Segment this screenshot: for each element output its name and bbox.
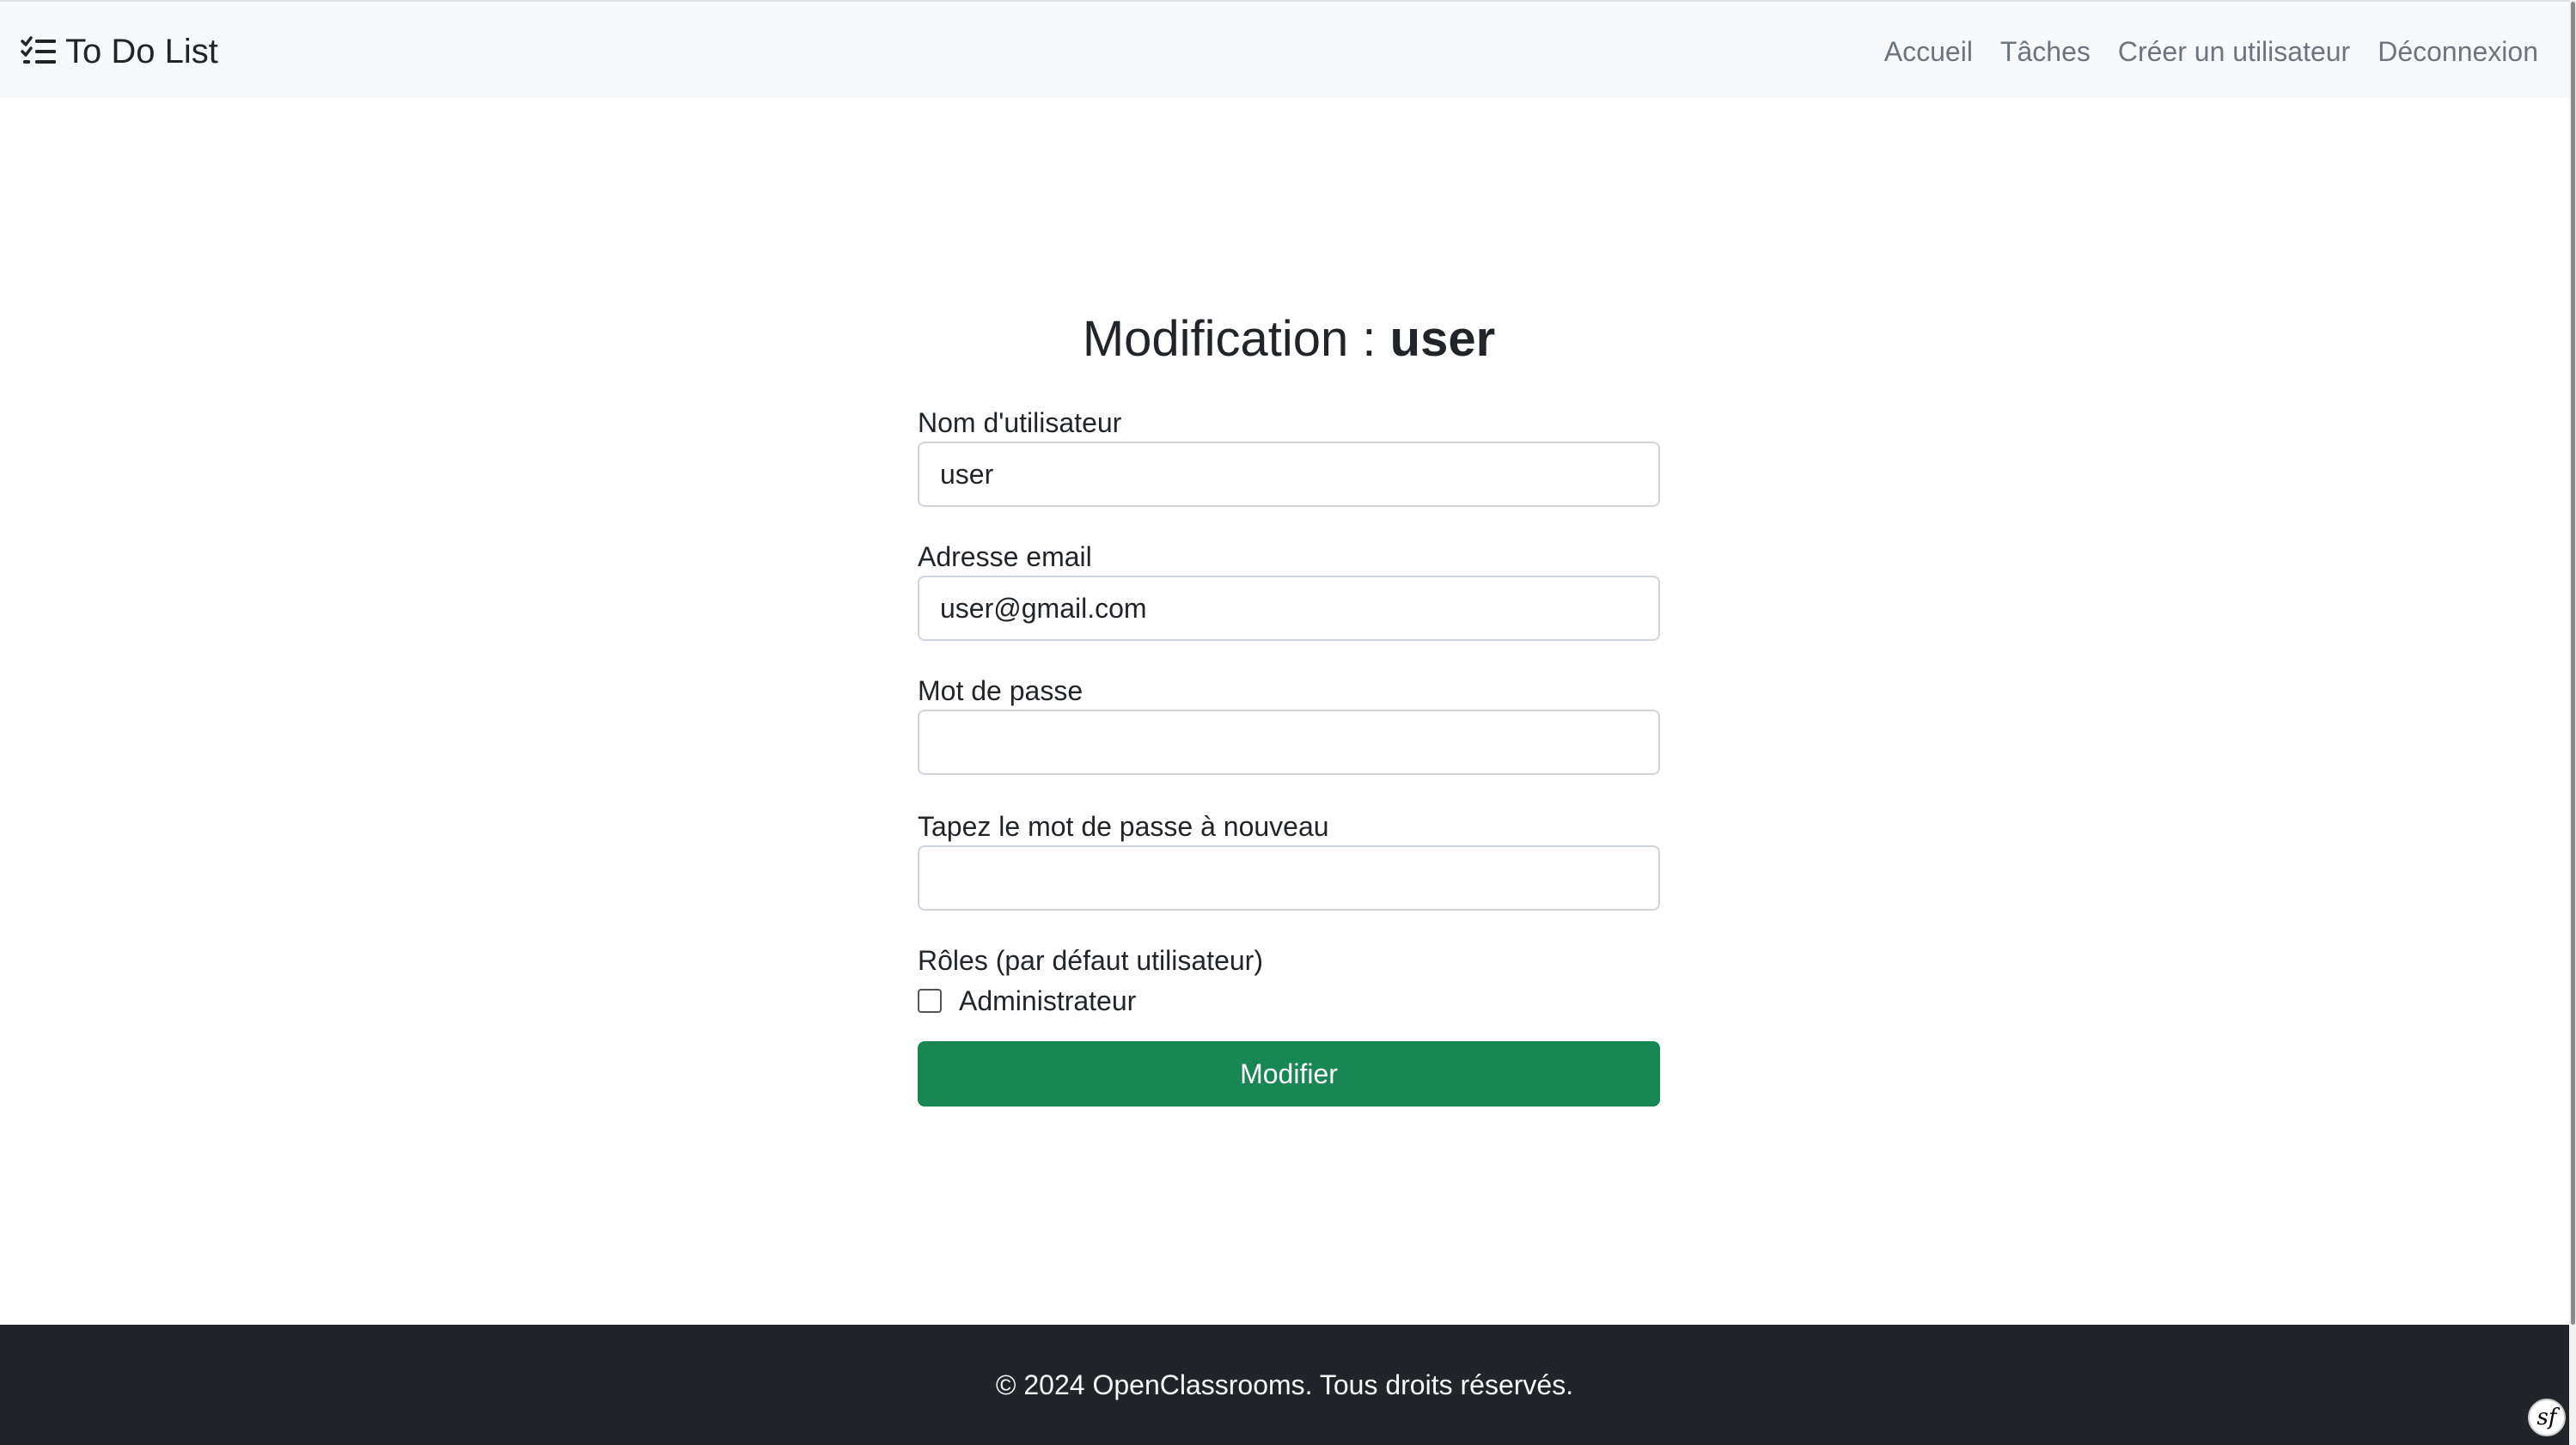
scrollbar[interactable] xyxy=(2569,0,2576,1445)
submit-button[interactable]: Modifier xyxy=(918,1041,1660,1107)
email-input[interactable] xyxy=(918,576,1660,641)
nav-link-taches[interactable]: Tâches xyxy=(2000,36,2091,68)
admin-checkbox[interactable] xyxy=(918,989,942,1013)
title-username: user xyxy=(1389,311,1496,367)
brand-link[interactable]: To Do List xyxy=(21,27,218,76)
symfony-toolbar-icon[interactable]: sf xyxy=(2528,1399,2566,1436)
footer: © 2024 OpenClassrooms. Tous droits réser… xyxy=(0,1325,2569,1445)
checklist-icon xyxy=(21,36,56,64)
username-input[interactable] xyxy=(918,442,1660,507)
roles-group: Rôles (par défaut utilisateur) Administr… xyxy=(918,942,1660,1022)
nav-link-create-user[interactable]: Créer un utilisateur xyxy=(2118,36,2350,68)
footer-copyright: © 2024 OpenClassrooms. Tous droits réser… xyxy=(995,1369,1574,1400)
title-prefix: Modification : xyxy=(1082,311,1390,367)
navbar: To Do List Accueil Tâches Créer un utili… xyxy=(0,2,2569,98)
password-repeat-label: Tapez le mot de passe à nouveau xyxy=(918,811,1329,842)
email-group: Adresse email xyxy=(918,538,1660,641)
roles-label: Rôles (par défaut utilisateur) xyxy=(918,945,1263,976)
password-repeat-input[interactable] xyxy=(918,845,1660,911)
password-input[interactable] xyxy=(918,710,1660,775)
password-label: Mot de passe xyxy=(918,675,1084,706)
username-label: Nom d'utilisateur xyxy=(918,407,1122,438)
scrollbar-thumb[interactable] xyxy=(2571,2,2575,1325)
password-repeat-group: Tapez le mot de passe à nouveau xyxy=(918,808,1660,911)
password-group: Mot de passe xyxy=(918,672,1660,775)
page-title: Modification : user xyxy=(918,309,1660,369)
nav-link-logout[interactable]: Déconnexion xyxy=(2378,36,2538,68)
admin-checkbox-label[interactable]: Administrateur xyxy=(959,985,1136,1017)
nav-links: Accueil Tâches Créer un utilisateur Déco… xyxy=(1884,27,2538,76)
username-group: Nom d'utilisateur xyxy=(918,404,1660,507)
email-label: Adresse email xyxy=(918,541,1092,572)
nav-link-accueil[interactable]: Accueil xyxy=(1884,36,1973,68)
brand-title: To Do List xyxy=(65,32,218,70)
admin-role-row[interactable]: Administrateur xyxy=(918,979,1660,1022)
edit-user-form: Modification : user Nom d'utilisateur Ad… xyxy=(918,309,1660,1107)
